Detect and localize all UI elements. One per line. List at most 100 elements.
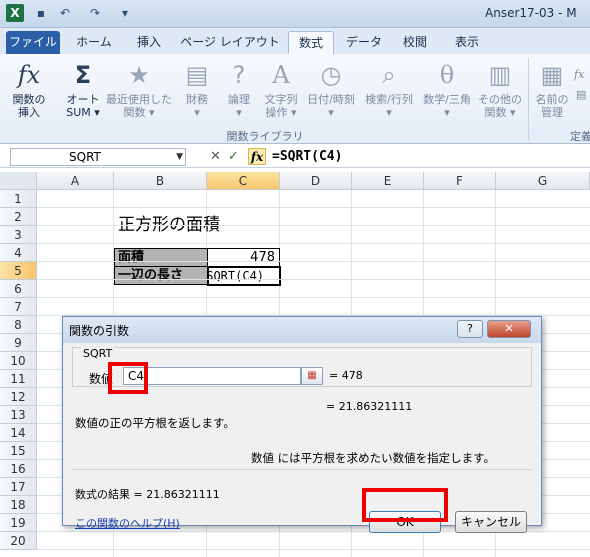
- row-header[interactable]: 8: [0, 316, 37, 334]
- logic-book-icon: ?: [232, 61, 246, 89]
- name-manager-icon: ▦: [540, 61, 564, 89]
- autosum-button[interactable]: Σ オート SUM ▾: [58, 58, 108, 128]
- range-select-icon[interactable]: ▦: [301, 367, 323, 385]
- select-all-corner[interactable]: [0, 172, 37, 190]
- name-box[interactable]: SQRT ▼: [10, 148, 186, 166]
- column-header-e[interactable]: E: [352, 172, 424, 190]
- row-header[interactable]: 15: [0, 442, 37, 460]
- row-header[interactable]: 2: [0, 208, 37, 226]
- close-button[interactable]: ✕: [487, 320, 531, 338]
- gridline: [37, 261, 590, 262]
- sheet-title: 正方形の面積: [118, 215, 220, 235]
- active-edit-cell[interactable]: =SQRT(C4): [207, 266, 281, 286]
- recently-used-button[interactable]: ★ 最近使用した 関数 ▾: [104, 58, 174, 128]
- row-header[interactable]: 1: [0, 190, 37, 208]
- row-header[interactable]: 3: [0, 226, 37, 244]
- column-header-c[interactable]: C: [207, 172, 280, 190]
- date-time-button[interactable]: ◷ 日付/時刻 ▾: [302, 58, 360, 128]
- math-trig-button[interactable]: θ 数学/三角 ▾: [418, 58, 476, 128]
- dialog-divider: [72, 469, 532, 470]
- cancel-entry-icon[interactable]: ✕: [210, 149, 221, 165]
- cancel-button[interactable]: キャンセル: [455, 511, 527, 533]
- help-button[interactable]: ?: [457, 320, 483, 338]
- row-header[interactable]: 5: [0, 262, 37, 280]
- lookup-reference-button[interactable]: ⌕ 検索/行列 ▾: [360, 58, 418, 128]
- more-functions-button[interactable]: ▥ その他の 関数 ▾: [474, 58, 526, 128]
- excel-logo-icon: X: [6, 4, 24, 22]
- input-highlight-box: [108, 362, 148, 394]
- function-description: 数値の正の平方根を返します。: [75, 416, 235, 430]
- tab-data[interactable]: データ: [340, 31, 388, 54]
- tab-view[interactable]: 表示: [444, 31, 490, 54]
- tab-page-layout[interactable]: ページ レイアウト: [180, 31, 280, 54]
- fx-icon: fx: [17, 61, 41, 89]
- row-header[interactable]: 18: [0, 496, 37, 514]
- column-header-a[interactable]: A: [37, 172, 114, 190]
- more-book-icon: ▥: [488, 61, 512, 89]
- row-header[interactable]: 4: [0, 244, 37, 262]
- insert-function-icon[interactable]: fx: [248, 148, 266, 165]
- gridline: [37, 225, 590, 226]
- customize-toolbar-icon[interactable]: ▾: [118, 6, 132, 20]
- row-header[interactable]: 7: [0, 298, 37, 316]
- row-header[interactable]: 14: [0, 424, 37, 442]
- function-name: SQRT: [81, 347, 115, 360]
- area-label-cell[interactable]: 面積: [114, 248, 208, 267]
- row-header[interactable]: 13: [0, 406, 37, 424]
- tab-insert[interactable]: 挿入: [126, 31, 172, 54]
- clock-book-icon: ◷: [320, 61, 342, 89]
- undo-icon[interactable]: ↶: [58, 6, 72, 20]
- area-value-cell[interactable]: 478: [207, 248, 280, 267]
- window-title: Anser17-03 - M: [485, 6, 577, 20]
- row-header[interactable]: 17: [0, 478, 37, 496]
- row-header[interactable]: 10: [0, 352, 37, 370]
- dialog-title: 関数の引数: [69, 324, 130, 338]
- function-library-group-label: 関数ライブラリ: [226, 130, 304, 143]
- gridline: [37, 243, 590, 244]
- tab-file[interactable]: ファイル: [6, 31, 60, 54]
- finance-book-icon: ▤: [185, 61, 209, 89]
- function-help-link[interactable]: この関数のヘルプ(H): [75, 515, 180, 531]
- lookup-book-icon: ⌕: [382, 61, 396, 89]
- function-result-preview: = 21.86321111: [326, 400, 413, 413]
- formula-bar: SQRT ▼ ✕ ✓ fx =SQRT(C4): [0, 146, 590, 168]
- ribbon-body: fx 関数の 挿入 Σ オート SUM ▾ ★ 最近使用した 関数 ▾ ▤ 財務…: [0, 54, 590, 144]
- number-argument-input[interactable]: C4: [123, 367, 301, 385]
- tab-home[interactable]: ホーム: [68, 31, 120, 54]
- chevron-down-icon[interactable]: ▼: [176, 149, 183, 165]
- define-name-icon[interactable]: fx: [574, 68, 584, 81]
- tab-review[interactable]: 校閲: [394, 31, 436, 54]
- column-header-g[interactable]: G: [496, 172, 590, 190]
- text-button[interactable]: A 文字列 操作 ▾: [256, 58, 306, 128]
- column-header-b[interactable]: B: [114, 172, 207, 190]
- gridline: [37, 549, 590, 550]
- function-arguments-dialog: 関数の引数 ? ✕ SQRT 数値 C4 ▦ = 478 = 21.863211…: [62, 316, 542, 533]
- row-header[interactable]: 16: [0, 460, 37, 478]
- dialog-titlebar[interactable]: 関数の引数 ? ✕: [63, 317, 541, 343]
- formula-input[interactable]: =SQRT(C4): [272, 149, 342, 164]
- insert-function-button[interactable]: fx 関数の 挿入: [4, 58, 54, 128]
- row-header[interactable]: 20: [0, 532, 37, 550]
- ok-highlight-box: [362, 488, 448, 522]
- name-manager-button[interactable]: ▦ 名前の 管理: [530, 58, 574, 128]
- title-bar: X ▪ ↶ ↷ ▾ Anser17-03 - M: [0, 0, 590, 28]
- column-header-d[interactable]: D: [280, 172, 352, 190]
- gridline: [37, 297, 590, 298]
- redo-icon[interactable]: ↷: [88, 6, 102, 20]
- enter-icon[interactable]: ✓: [228, 149, 239, 165]
- side-label-cell[interactable]: 一辺の長さ: [114, 266, 208, 285]
- star-book-icon: ★: [128, 61, 150, 89]
- row-header[interactable]: 12: [0, 388, 37, 406]
- gridline: [37, 207, 590, 208]
- row-header[interactable]: 11: [0, 370, 37, 388]
- use-in-formula-icon[interactable]: ▤: [576, 88, 586, 101]
- row-header[interactable]: 6: [0, 280, 37, 298]
- save-icon[interactable]: ▪: [34, 6, 48, 20]
- argument-evaluated-value: = 478: [329, 369, 363, 382]
- row-header[interactable]: 19: [0, 514, 37, 532]
- argument-description: 数値 には平方根を求めたい数値を指定します。: [251, 451, 496, 465]
- tab-formulas[interactable]: 数式: [288, 31, 334, 54]
- column-header-f[interactable]: F: [424, 172, 496, 190]
- sigma-icon: Σ: [74, 61, 92, 89]
- row-header[interactable]: 9: [0, 334, 37, 352]
